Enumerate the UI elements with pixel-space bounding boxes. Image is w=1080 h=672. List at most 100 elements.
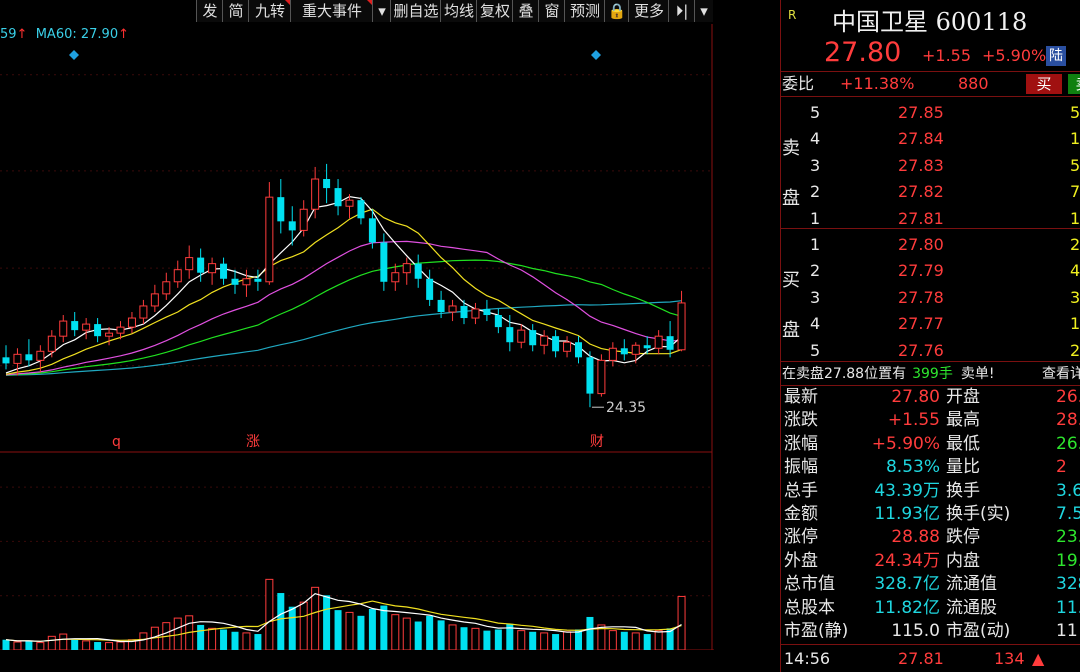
- level-volume: 5: [1070, 103, 1080, 122]
- candle-up-body: [563, 341, 572, 352]
- candle-down-body: [94, 324, 102, 337]
- remove-watchlist-button[interactable]: 删自选: [390, 0, 441, 22]
- sell-button[interactable]: 卖: [1068, 74, 1080, 94]
- volume-bar-up: [345, 611, 354, 650]
- quote-value: 328.7亿: [874, 574, 940, 595]
- candle-down-body: [575, 342, 582, 358]
- sell_book-level-row[interactable]: 5 27.85 5: [780, 102, 1080, 124]
- level-volume: 1: [1070, 314, 1080, 334]
- event-diamond-icon[interactable]: [69, 50, 79, 60]
- volume-bar-up: [139, 632, 148, 650]
- volume-bar-down: [2, 639, 10, 650]
- candle-down-body: [334, 188, 342, 207]
- candle-up-body: [311, 178, 320, 210]
- volume-bar-up: [631, 632, 640, 650]
- candle-up-body: [47, 335, 56, 352]
- level-price: 27.79: [898, 261, 944, 281]
- ma-button[interactable]: 均线: [440, 0, 477, 22]
- quote-row: 最新 27.80 开盘 26.: [780, 386, 1080, 409]
- quote-value: +1.55: [887, 410, 940, 431]
- candle-up-body: [185, 257, 194, 271]
- volume-bar-up: [563, 631, 572, 650]
- buy_book-level-row[interactable]: 1 27.80 25: [780, 234, 1080, 256]
- last-price: 27.80: [824, 37, 902, 68]
- candle-up-body: [208, 263, 217, 274]
- quote-value: 27.80: [891, 387, 940, 407]
- candle-up-body: [540, 335, 549, 346]
- level-volume: 25: [1070, 235, 1080, 254]
- buy-button[interactable]: 买: [1026, 74, 1062, 94]
- quote-row: 市盈(静) 115.0 市盈(动) 11: [780, 620, 1080, 643]
- big-order-notice[interactable]: 在卖盘27.88位置有 399手 卖单! 查看详: [780, 363, 1080, 385]
- volume-bar-down: [357, 615, 365, 650]
- volume-bar-down: [380, 605, 388, 650]
- hk-connect-badge[interactable]: 陆: [1046, 46, 1066, 66]
- event-marker[interactable]: 财: [590, 434, 604, 450]
- weibi-row: 委比 +11.38% 880 买 卖: [780, 73, 1080, 95]
- buy_book-level-row[interactable]: 2 27.79 4: [780, 260, 1080, 282]
- sell_book-level-row[interactable]: 1 27.81 13: [780, 208, 1080, 230]
- volume-bar-up: [59, 633, 68, 650]
- candle-up-body: [597, 359, 606, 395]
- candle-up-body: [345, 199, 354, 207]
- weibi-label: 委比: [782, 74, 815, 93]
- play-end-icon[interactable]: ⏵|: [668, 0, 695, 22]
- quote-key: 市盈(动): [946, 621, 1011, 641]
- more-button[interactable]: 更多: [628, 0, 669, 22]
- stock-code: 600118: [935, 8, 1028, 36]
- events-button[interactable]: 重大事件: [290, 0, 373, 22]
- quote-panel: R 中国卫星 600118 27.80 +1.55 +5.90% 陆 委比 +1…: [780, 0, 1080, 672]
- event-marker[interactable]: 涨: [246, 434, 260, 450]
- more-dropdown-button[interactable]: ▾: [694, 0, 713, 22]
- level-number: 4: [810, 314, 821, 334]
- candle-down-body: [620, 348, 628, 355]
- buy_book-level-row[interactable]: 3 27.78 3: [780, 287, 1080, 309]
- volume-bar-up: [265, 578, 274, 650]
- lock-icon[interactable]: 🔒: [604, 0, 629, 22]
- quote-key: 内盘: [946, 550, 980, 571]
- quote-key: 总手: [784, 480, 818, 501]
- buy_book-level-row[interactable]: 5 27.76 2: [780, 340, 1080, 362]
- quote-key: 流通股: [946, 597, 997, 618]
- quote-key: 振幅: [784, 457, 818, 478]
- volume-bar-up: [391, 614, 400, 650]
- candle-down-body: [552, 336, 560, 352]
- candle-up-body: [105, 332, 114, 337]
- buy_book-level-row[interactable]: 4 27.77 1: [780, 313, 1080, 335]
- notice-view-link[interactable]: 查看详: [1042, 363, 1080, 385]
- volume-bar-down: [277, 593, 285, 650]
- sell_book-level-row[interactable]: 4 27.84 1: [780, 128, 1080, 150]
- quote-key: 市盈(静): [784, 621, 849, 641]
- events-dropdown-button[interactable]: ▾: [372, 0, 391, 22]
- jiuzhuan-button[interactable]: 九转: [248, 0, 291, 22]
- volume-bar-up: [105, 642, 114, 650]
- level-volume: 3: [1070, 287, 1080, 307]
- event-diamond-icon[interactable]: [591, 50, 601, 60]
- jian-button[interactable]: 简: [222, 0, 249, 22]
- window-button[interactable]: 窗: [538, 0, 565, 22]
- candle-down-body: [357, 200, 365, 219]
- quote-value: 28.88: [891, 527, 940, 548]
- overlay-button[interactable]: 叠: [512, 0, 539, 22]
- candle-up-body: [82, 323, 91, 331]
- sell_book-level-row[interactable]: 2 27.82 7: [780, 181, 1080, 203]
- candle-down-body: [323, 179, 331, 189]
- adjust-button[interactable]: 复权: [476, 0, 513, 22]
- volume-bar-down: [586, 616, 594, 650]
- fa-button[interactable]: 发: [196, 0, 223, 22]
- forecast-button[interactable]: 预测: [564, 0, 605, 22]
- volume-bar-up: [654, 630, 663, 650]
- level-price: 27.80: [898, 235, 944, 254]
- volume-bar-down: [494, 629, 502, 650]
- sell_book-level-row[interactable]: 3 27.83 5: [780, 155, 1080, 177]
- level-number: 2: [810, 261, 821, 281]
- level-number: 3: [810, 287, 821, 307]
- event-marker[interactable]: q: [112, 434, 121, 450]
- quote-key: 涨跌: [784, 410, 818, 431]
- quote-row: 振幅 8.53% 量比 2: [780, 456, 1080, 479]
- volume-bar-down: [426, 615, 434, 650]
- candle-down-body: [529, 330, 537, 346]
- quote-key: 跌停: [946, 527, 980, 548]
- candle-down-body: [231, 278, 239, 285]
- kline-chart[interactable]: 35.3532.1728.9525.721429395294764X10024.…: [0, 24, 714, 650]
